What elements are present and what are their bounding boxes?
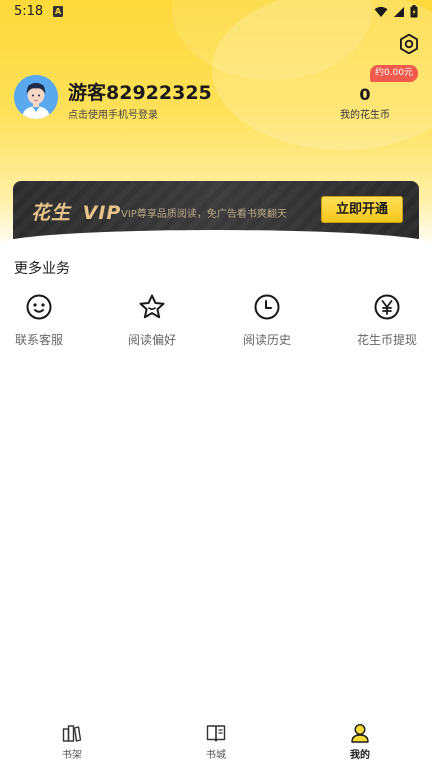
status-time: 5:18 bbox=[14, 4, 44, 19]
coin-value-badge: 约0.00元 bbox=[370, 65, 419, 82]
clock-icon bbox=[254, 294, 280, 320]
nav-bookstore[interactable]: 书城 bbox=[186, 723, 246, 761]
login-hint[interactable]: 点击使用手机号登录 bbox=[68, 106, 158, 121]
wifi-icon bbox=[374, 6, 388, 17]
vip-activate-button[interactable]: 立即开通 bbox=[321, 196, 403, 223]
notification-icon: A bbox=[53, 6, 63, 17]
nav-mine[interactable]: 我的 bbox=[330, 723, 390, 761]
service-customer-support[interactable]: 联系客服 bbox=[0, 293, 84, 348]
service-label: 阅读历史 bbox=[242, 333, 291, 347]
service-label: 花生币提现 bbox=[356, 333, 417, 347]
settings-icon[interactable] bbox=[398, 33, 420, 55]
star-icon bbox=[139, 294, 165, 319]
service-coin-withdrawal[interactable]: 花生币提现 bbox=[342, 293, 432, 348]
coin-count[interactable]: 0 bbox=[340, 85, 390, 104]
avatar-illustration-icon bbox=[14, 75, 58, 119]
vip-logo: 花生 VIP bbox=[31, 198, 121, 225]
username[interactable]: 游客82922325 bbox=[68, 78, 212, 105]
service-reading-preference[interactable]: 阅读偏好 bbox=[107, 293, 197, 348]
customer-service-icon bbox=[26, 294, 52, 320]
service-label: 阅读偏好 bbox=[127, 333, 176, 347]
nav-label: 书架 bbox=[62, 750, 82, 761]
service-reading-history[interactable]: 阅读历史 bbox=[222, 293, 312, 348]
profile-icon bbox=[351, 723, 369, 743]
bottom-navigation: 书架 书城 我的 bbox=[0, 715, 432, 769]
status-icons bbox=[374, 5, 418, 18]
nav-label: 书城 bbox=[206, 750, 226, 761]
coin-label[interactable]: 我的花生币 bbox=[332, 106, 398, 121]
vip-logo-prefix: 花生 bbox=[31, 202, 72, 224]
book-icon bbox=[206, 725, 226, 742]
services-section-title: 更多业务 bbox=[14, 261, 70, 277]
battery-icon bbox=[410, 5, 418, 18]
vip-description: VIP尊享品质阅读，免广告看书爽翻天 bbox=[121, 209, 287, 220]
vip-logo-suffix: VIP bbox=[82, 202, 122, 224]
nav-bookshelf[interactable]: 书架 bbox=[42, 723, 102, 761]
nav-label: 我的 bbox=[350, 750, 370, 761]
avatar[interactable] bbox=[14, 75, 58, 119]
yen-icon bbox=[374, 294, 400, 320]
status-bar: 5:18 A bbox=[0, 0, 432, 26]
service-label: 联系客服 bbox=[14, 333, 63, 347]
signal-icon bbox=[394, 6, 404, 17]
bookshelf-icon bbox=[62, 725, 82, 742]
my-profile-screen: 5:18 A 游客82922325 点击使用手机号登录 约0.00元 0 我的花… bbox=[0, 0, 432, 769]
